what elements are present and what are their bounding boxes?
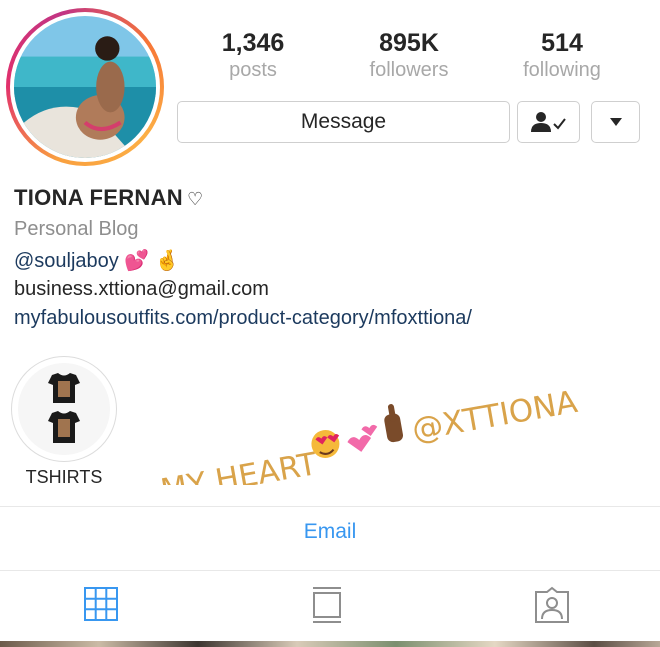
story-overlay-text: MY HEART @XTTIONA (158, 384, 580, 485)
person-check-icon (530, 112, 566, 132)
bio-mention[interactable]: @souljaboy 💕 🤞 (14, 248, 180, 273)
profile-name: TIONA FERNAN ♡ (14, 185, 203, 211)
following-count: 514 (541, 29, 583, 57)
posts-grid-preview[interactable] (0, 641, 660, 647)
tab-tagged[interactable] (533, 586, 571, 629)
tshirt-icon (48, 373, 80, 443)
profile-avatar[interactable] (6, 8, 164, 166)
email-contact-label: Email (303, 520, 357, 543)
grid-icon (84, 587, 118, 621)
posts-label: posts (229, 59, 277, 81)
divider (0, 506, 660, 507)
profile-website-link[interactable]: myfabulousoutfits.com/product-category/m… (14, 307, 472, 330)
feed-icon (313, 587, 341, 623)
followers-stat[interactable]: 895K followers (349, 28, 469, 82)
profile-category: Personal Blog (14, 218, 139, 240)
followers-count: 895K (379, 29, 439, 57)
message-button-label: Message (300, 110, 387, 133)
triangle-down-icon (609, 118, 622, 126)
posts-stat[interactable]: 1,346 posts (193, 28, 313, 82)
highlight-tshirts[interactable] (11, 356, 117, 462)
two-hearts-emoji (347, 435, 372, 452)
highlight-label: TSHIRTS (25, 467, 103, 487)
tab-feed[interactable] (309, 586, 345, 629)
profile-name-text: TIONA FERNAN (14, 185, 183, 210)
email-contact-button[interactable]: Email (0, 520, 660, 544)
highlight-cover (18, 363, 110, 455)
story-text-right: @XTTIONA (409, 384, 580, 448)
avatar-photo (14, 16, 156, 158)
following-stat[interactable]: 514 following (502, 28, 622, 82)
tab-grid[interactable] (83, 586, 119, 627)
bio-emojis: 💕 🤞 (124, 250, 180, 272)
bio-email: business.xttiona@gmail.com (14, 278, 269, 300)
story-text-left: MY HEART (158, 446, 321, 485)
heart-symbol: ♡ (187, 189, 204, 209)
divider (0, 570, 660, 571)
bio-mention-handle[interactable]: @souljaboy (14, 250, 119, 272)
posts-count: 1,346 (221, 29, 285, 57)
followers-label: followers (369, 59, 449, 81)
following-label: following (523, 59, 601, 81)
suggestions-dropdown-button[interactable] (591, 101, 640, 143)
following-button[interactable] (517, 101, 580, 143)
message-button[interactable]: Message (177, 101, 510, 143)
tagged-icon (535, 586, 569, 623)
